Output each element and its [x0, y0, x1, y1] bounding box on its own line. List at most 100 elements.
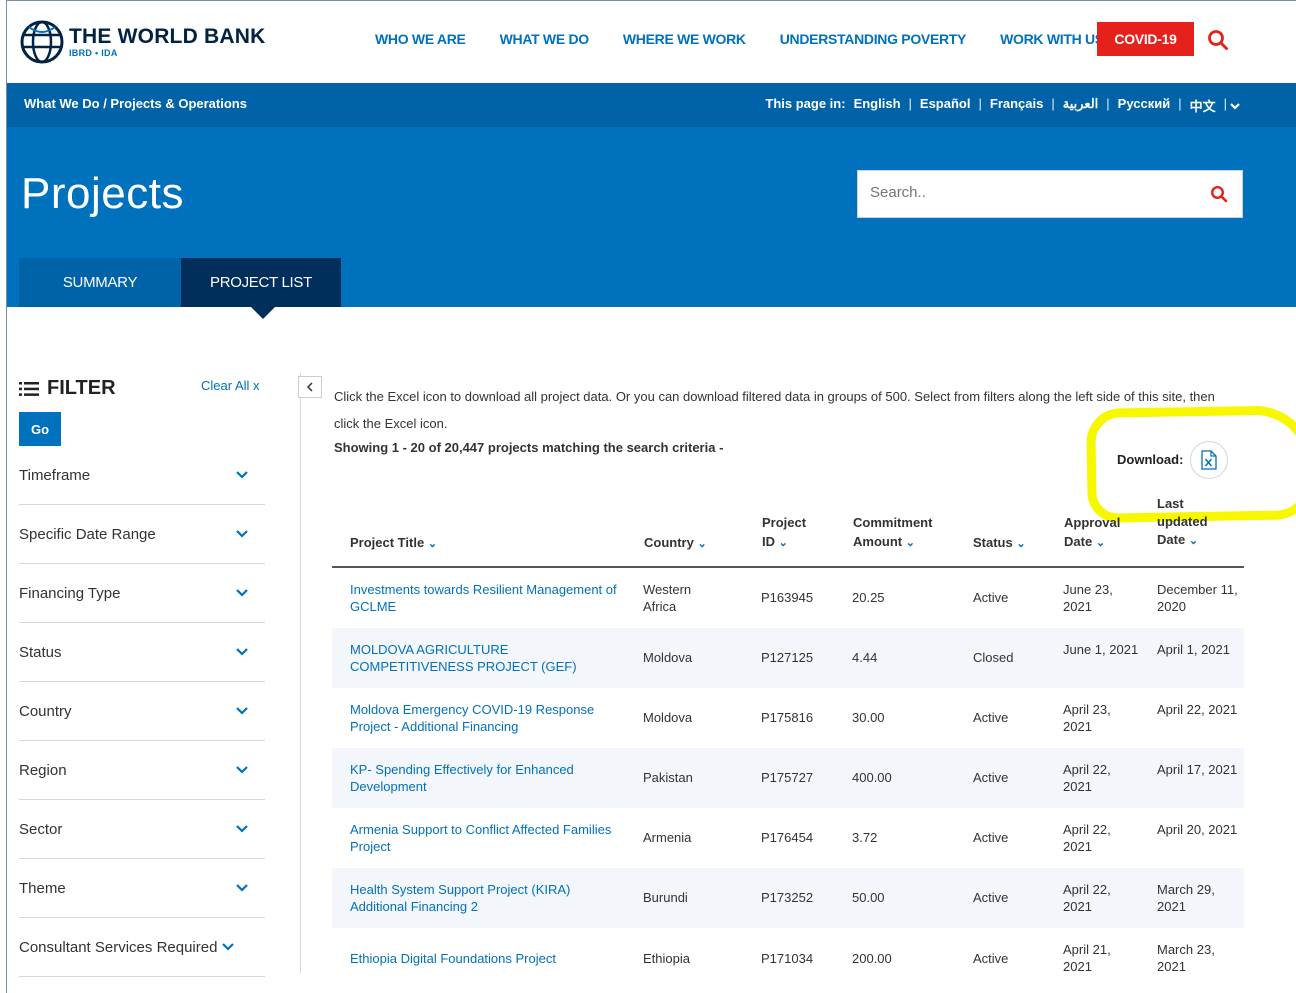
browser-page: THE WORLD BANK IBRD • IDA WHO WE ARE WHA…: [6, 0, 1296, 993]
col-header-label: Amount: [853, 534, 903, 549]
lang-chinese[interactable]: 中文: [1190, 96, 1216, 115]
lang-english[interactable]: English: [854, 96, 901, 115]
col-header-label: Country: [644, 535, 694, 550]
filter-label: Timeframe: [19, 466, 91, 484]
project-title-link[interactable]: Moldova Emergency COVID-19 Response Proj…: [350, 701, 620, 735]
filter-header: FILTER: [19, 377, 116, 400]
project-title-link[interactable]: Ethiopia Digital Foundations Project: [350, 950, 620, 967]
chevron-down-icon: [236, 530, 248, 538]
chevron-down-icon: [222, 943, 235, 951]
col-header-commitment[interactable]: Commitment Amount ⌄: [853, 513, 932, 553]
updated-date-cell: April 17, 2021: [1157, 762, 1238, 777]
col-header-last-updated[interactable]: Last updated Date ⌄: [1157, 495, 1208, 550]
world-bank-logo[interactable]: THE WORLD BANK IBRD • IDA: [19, 19, 265, 65]
chevron-left-icon: [306, 382, 313, 392]
col-header-label: Approval: [1064, 515, 1121, 530]
nav-understanding-poverty[interactable]: UNDERSTANDING POVERTY: [780, 31, 967, 47]
search-icon[interactable]: [1207, 29, 1229, 51]
filter-timeframe[interactable]: Timeframe: [19, 446, 265, 505]
search-icon[interactable]: [1210, 185, 1228, 203]
col-header-label: Project: [762, 515, 807, 530]
site-header: THE WORLD BANK IBRD • IDA WHO WE ARE WHA…: [7, 1, 1296, 83]
col-header-label: Commitment: [853, 515, 933, 530]
lang-separator: |: [908, 96, 912, 111]
filter-status[interactable]: Status: [19, 623, 265, 682]
filter-sector[interactable]: Sector: [19, 800, 265, 859]
approval-date-cell: April 23, 2021: [1063, 702, 1111, 734]
lang-separator: |: [1178, 96, 1182, 111]
chevron-down-icon: [236, 825, 248, 833]
filter-label: Theme: [19, 879, 66, 897]
col-header-label: Date: [1064, 534, 1093, 549]
nav-where-we-work[interactable]: WHERE WE WORK: [623, 31, 746, 47]
filter-financing-type[interactable]: Financing Type: [19, 564, 265, 623]
col-header-label: Date: [1157, 532, 1186, 547]
filter-specific-date-range[interactable]: Specific Date Range: [19, 505, 265, 564]
collapse-filter-button[interactable]: [298, 376, 322, 398]
col-header-label: ID: [762, 534, 775, 549]
filter-consultant-services[interactable]: Consultant Services Required: [19, 918, 265, 977]
lang-french[interactable]: Français: [990, 96, 1043, 115]
project-title-link[interactable]: Armenia Support to Conflict Affected Fam…: [350, 821, 620, 855]
project-title-link[interactable]: Investments towards Resilient Management…: [350, 581, 620, 615]
tab-summary[interactable]: SUMMARY: [19, 258, 181, 307]
col-header-label: Project Title: [350, 535, 425, 550]
table-row: Ethiopia Digital Foundations Project Eth…: [332, 928, 1244, 988]
col-header-approval-date[interactable]: Approval Date ⌄: [1064, 513, 1120, 553]
status-cell: Active: [973, 590, 1009, 605]
search-input[interactable]: [868, 183, 1192, 202]
filter-label: Status: [19, 643, 62, 661]
project-search-box[interactable]: [857, 170, 1243, 218]
globe-icon: [20, 20, 64, 64]
tab-project-list[interactable]: PROJECT LIST: [181, 258, 341, 319]
excel-download-button[interactable]: [1190, 441, 1228, 479]
chevron-down-icon[interactable]: [1229, 100, 1241, 112]
updated-date-cell: April 20, 2021: [1157, 822, 1238, 837]
updated-date-cell: March 29, 2021: [1157, 882, 1215, 914]
go-button[interactable]: Go: [19, 412, 61, 446]
logo-title: THE WORLD BANK: [69, 25, 266, 48]
chevron-down-icon: [236, 707, 248, 715]
lang-spanish[interactable]: Español: [920, 96, 971, 115]
filter-label: Region: [19, 761, 67, 779]
chevron-down-icon: [236, 589, 248, 597]
lang-separator: |: [1051, 96, 1055, 111]
lang-arabic[interactable]: العربية: [1063, 96, 1099, 115]
lang-russian[interactable]: Русский: [1118, 96, 1171, 115]
breadcrumb[interactable]: What We Do / Projects & Operations: [24, 96, 247, 111]
filter-region[interactable]: Region: [19, 741, 265, 800]
project-id-cell: P127125: [761, 650, 814, 665]
chevron-down-icon: [236, 471, 248, 479]
nav-who-we-are[interactable]: WHO WE ARE: [375, 31, 466, 47]
excel-icon: [1201, 450, 1217, 470]
col-header-project-id[interactable]: Project ID ⌄: [762, 513, 806, 553]
table-row: Investments towards Resilient Management…: [332, 568, 1244, 628]
project-title-link[interactable]: MOLDOVA AGRICULTURE COMPETITIVENESS PROJ…: [350, 641, 620, 675]
filter-theme[interactable]: Theme: [19, 859, 265, 918]
project-id-cell: P171034: [761, 951, 814, 966]
amount-cell: 200.00: [852, 951, 892, 966]
chevron-down-icon: [236, 766, 248, 774]
col-header-label: updated: [1157, 514, 1208, 529]
col-header-country[interactable]: Country ⌄: [644, 533, 707, 554]
main-nav: WHO WE ARE WHAT WE DO WHERE WE WORK UNDE…: [375, 31, 1138, 47]
view-tabs: SUMMARY PROJECT LIST: [19, 258, 341, 319]
updated-date-cell: April 1, 2021: [1157, 642, 1230, 657]
table-row: MOLDOVA AGRICULTURE COMPETITIVENESS PROJ…: [332, 628, 1244, 688]
results-count: Showing 1 - 20 of 20,447 projects matchi…: [334, 440, 724, 455]
updated-date-cell: April 22, 2021: [1157, 702, 1238, 717]
panel-divider: [300, 373, 301, 973]
project-title-link[interactable]: KP- Spending Effectively for Enhanced De…: [350, 761, 620, 795]
project-id-cell: P176454: [761, 830, 814, 845]
col-header-title[interactable]: Project Title ⌄: [350, 533, 437, 554]
covid-button[interactable]: COVID-19: [1097, 22, 1194, 56]
chevron-down-icon: [236, 884, 248, 892]
project-title-link[interactable]: Health System Support Project (KIRA) Add…: [350, 881, 620, 915]
col-header-status[interactable]: Status ⌄: [973, 533, 1026, 554]
filter-country[interactable]: Country: [19, 682, 265, 741]
nav-work-with-us[interactable]: WORK WITH US: [1000, 31, 1104, 47]
language-prefix: This page in:: [765, 96, 846, 111]
project-id-cell: P175727: [761, 770, 814, 785]
clear-all-link[interactable]: Clear All x: [201, 378, 260, 393]
nav-what-we-do[interactable]: WHAT WE DO: [500, 31, 590, 47]
